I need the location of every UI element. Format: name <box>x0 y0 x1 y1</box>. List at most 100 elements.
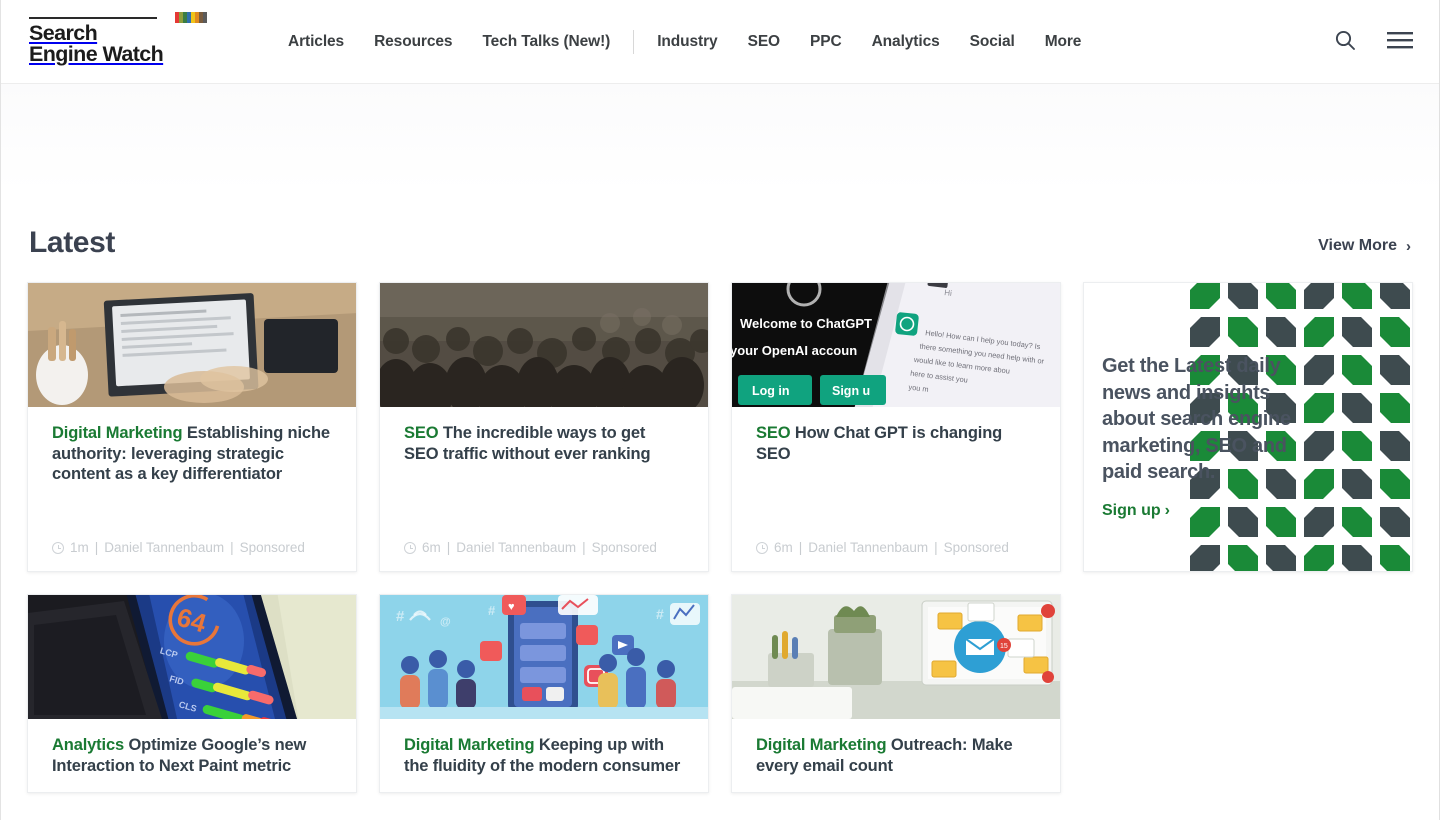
card-title: Digital Marketing Outreach: Make every e… <box>756 735 1036 776</box>
hamburger-menu-icon[interactable] <box>1387 31 1413 49</box>
logo-line <box>29 17 157 19</box>
nav-item-social[interactable]: Social <box>955 33 1030 51</box>
nav-divider <box>633 30 634 54</box>
nav-item-articles[interactable]: Articles <box>273 33 359 51</box>
card-thumbnail <box>28 283 356 407</box>
card-body: Digital Marketing Keeping up with the fl… <box>380 719 708 776</box>
thumb-chatgpt-welcome: Welcome to ChatGPT <box>740 316 872 331</box>
card-headline: The incredible ways to get SEO traffic w… <box>404 424 650 463</box>
card-body: Analytics Optimize Google’s new Interact… <box>28 719 356 776</box>
clock-icon <box>52 542 64 554</box>
card-author: Daniel Tannenbaum <box>104 540 224 555</box>
meta-sep: | <box>934 540 938 555</box>
card-thumbnail: 15 <box>732 595 1060 719</box>
card-author: Daniel Tannenbaum <box>808 540 928 555</box>
logo-color-bars <box>175 12 207 23</box>
nav-item-seo[interactable]: SEO <box>733 33 795 51</box>
card-category[interactable]: Digital Marketing <box>52 424 182 442</box>
svg-text:#: # <box>396 608 405 625</box>
nav-item-tech-talks[interactable]: Tech Talks (New!) <box>467 33 625 51</box>
card-thumbnail: 64 LCP FID <box>28 595 356 719</box>
card-category[interactable]: Digital Marketing <box>404 736 534 754</box>
card-thumbnail: # # # @ <box>380 595 708 719</box>
thumb-chatgpt-signup: Sign u <box>832 384 870 398</box>
svg-text:#: # <box>488 603 496 618</box>
logo-line1: Search <box>29 23 219 44</box>
card-title: SEO The incredible ways to get SEO traff… <box>404 423 684 464</box>
logo-line2: Engine Watch <box>29 44 219 65</box>
meta-sep: | <box>582 540 586 555</box>
svg-text:#: # <box>656 606 664 622</box>
site-header: Search Engine Watch Articles Resources T… <box>1 0 1439 84</box>
card-body: Digital Marketing Outreach: Make every e… <box>732 719 1060 776</box>
site-logo[interactable]: Search Engine Watch <box>29 10 219 65</box>
svg-text:15: 15 <box>1000 643 1008 650</box>
card-category[interactable]: Analytics <box>52 736 124 754</box>
clock-icon <box>404 542 416 554</box>
clock-icon <box>756 542 768 554</box>
card-sponsored-label: Sponsored <box>240 540 305 555</box>
card-headline: How Chat GPT is changing SEO <box>756 424 1002 463</box>
thumb-chatgpt-hi: Hi <box>944 288 953 298</box>
nav-secondary-group: Industry SEO PPC Analytics Social More <box>642 33 1096 51</box>
card-meta: 6m | Daniel Tannenbaum | Sponsored <box>732 540 1060 571</box>
article-card[interactable]: SEO The incredible ways to get SEO traff… <box>379 282 709 572</box>
meta-sep: | <box>799 540 803 555</box>
article-card[interactable]: Digital Marketing Establishing niche aut… <box>27 282 357 572</box>
nav-item-ppc[interactable]: PPC <box>795 33 857 51</box>
header-actions <box>1333 28 1413 52</box>
nav-item-resources[interactable]: Resources <box>359 33 467 51</box>
logo-text: Search Engine Watch <box>29 23 219 65</box>
signup-label: Sign up <box>1102 502 1161 520</box>
thumb-chatgpt-account: your OpenAI accoun <box>732 343 857 358</box>
card-meta <box>380 776 708 792</box>
page-title: Latest <box>29 226 115 260</box>
nav-item-industry[interactable]: Industry <box>642 33 732 51</box>
card-time: 1m <box>70 540 89 555</box>
card-meta <box>28 776 356 792</box>
nav-item-analytics[interactable]: Analytics <box>857 33 955 51</box>
ad-slot-banner <box>1 84 1439 192</box>
card-meta: 6m | Daniel Tannenbaum | Sponsored <box>380 540 708 571</box>
main-navigation: Articles Resources Tech Talks (New!) Ind… <box>273 30 1096 54</box>
view-more-link[interactable]: View More › <box>1318 237 1411 260</box>
chevron-right-icon: › <box>1406 238 1411 255</box>
article-card[interactable]: 64 LCP FID <box>27 594 357 793</box>
promo-content: Get the Latest daily news and insights a… <box>1084 283 1314 520</box>
logo-bar <box>203 12 207 23</box>
card-title: SEO How Chat GPT is changing SEO <box>756 423 1036 464</box>
card-thumbnail <box>380 283 708 407</box>
latest-section-header: Latest View More › <box>1 212 1439 260</box>
card-category[interactable]: Digital Marketing <box>756 736 886 754</box>
card-title: Digital Marketing Keeping up with the fl… <box>404 735 684 776</box>
newsletter-promo-card[interactable]: Get the Latest daily news and insights a… <box>1083 282 1413 572</box>
article-card[interactable]: Welcome to ChatGPT your OpenAI accoun Lo… <box>731 282 1061 572</box>
svg-text:@: @ <box>440 616 451 628</box>
card-meta: 1m | Daniel Tannenbaum | Sponsored <box>28 540 356 571</box>
meta-sep: | <box>95 540 99 555</box>
card-author: Daniel Tannenbaum <box>456 540 576 555</box>
meta-sep: | <box>447 540 451 555</box>
article-card[interactable]: # # # @ <box>379 594 709 793</box>
card-time: 6m <box>422 540 441 555</box>
thumb-chatgpt-login: Log in <box>752 384 790 398</box>
card-meta <box>732 776 1060 792</box>
card-body: SEO How Chat GPT is changing SEO <box>732 407 1060 540</box>
main-content: Latest View More › <box>1 84 1439 793</box>
logo-rule <box>29 10 211 20</box>
signup-link[interactable]: Sign up › <box>1102 502 1170 520</box>
search-icon[interactable] <box>1333 28 1357 52</box>
page-root: Search Engine Watch Articles Resources T… <box>0 0 1440 820</box>
promo-headline: Get the Latest daily news and insights a… <box>1102 353 1314 486</box>
nav-item-more[interactable]: More <box>1030 33 1097 51</box>
card-title: Analytics Optimize Google’s new Interact… <box>52 735 332 776</box>
chevron-right-icon: › <box>1165 502 1170 520</box>
meta-sep: | <box>230 540 234 555</box>
card-category[interactable]: SEO <box>756 424 790 442</box>
card-category[interactable]: SEO <box>404 424 438 442</box>
article-grid: Digital Marketing Establishing niche aut… <box>1 282 1439 793</box>
card-sponsored-label: Sponsored <box>592 540 657 555</box>
article-card[interactable]: 15 Digital Marketing Outreach: <box>731 594 1061 793</box>
card-sponsored-label: Sponsored <box>944 540 1009 555</box>
card-thumbnail: Welcome to ChatGPT your OpenAI accoun Lo… <box>732 283 1060 407</box>
